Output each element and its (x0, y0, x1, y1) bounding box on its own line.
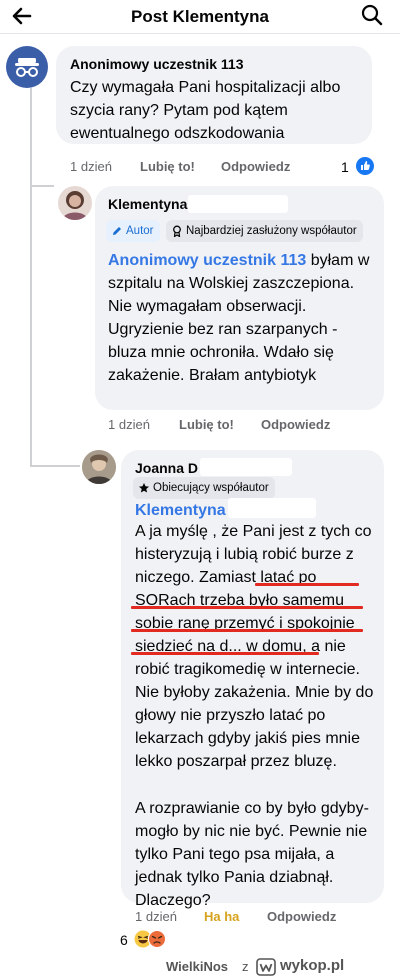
thread-connector (30, 465, 80, 467)
watermark-footer: WielkiNos z wykop.pl (0, 955, 400, 979)
reply-button[interactable]: Odpowiedz (221, 159, 290, 174)
thread-line (30, 88, 32, 465)
rising-contributor-badge: Obiecujący współautor (133, 477, 275, 499)
angry-icon (148, 930, 166, 948)
comment-time: 1 dzień (70, 159, 112, 174)
thread-connector (30, 185, 54, 187)
redaction (188, 195, 288, 213)
comment-actions: 1 dzień Ha ha Odpowiedz (0, 909, 400, 927)
like-button[interactable]: Lubię to! (140, 159, 195, 174)
page-title: Post Klementyna (131, 7, 269, 26)
red-underline (255, 583, 359, 586)
avatar[interactable] (82, 450, 116, 484)
pencil-icon (113, 227, 121, 235)
author-badge: Autor (106, 220, 160, 242)
watermark-separator: z (242, 959, 249, 974)
like-icon (356, 157, 374, 175)
reactions-count: 6 (120, 932, 128, 948)
top-bar: Post Klementyna (0, 0, 400, 34)
watermark-user: WielkiNos (166, 959, 229, 974)
reply-button[interactable]: Odpowiedz (261, 417, 330, 432)
top-contributor-badge: Najbardziej zasłużony współautor (166, 220, 363, 242)
red-underline (131, 652, 319, 655)
incognito-icon (15, 58, 39, 77)
comment-text: Anonimowy uczestnik 113 byłam w szpitalu… (108, 252, 370, 384)
watermark-brand: wykop.pl (280, 957, 345, 974)
redaction (228, 498, 316, 518)
redaction (200, 458, 292, 476)
haha-reaction-button[interactable]: Ha ha (204, 909, 239, 924)
search-icon[interactable] (360, 3, 384, 27)
award-icon (173, 225, 181, 237)
mention-link[interactable]: Klementyna (135, 502, 226, 519)
reactions-row: 6 (120, 930, 180, 950)
avatar[interactable] (6, 46, 48, 88)
reply-button[interactable]: Odpowiedz (267, 909, 336, 924)
comment-time: 1 dzień (108, 417, 150, 432)
like-button[interactable]: Lubię to! (179, 417, 234, 432)
comment-text: A ja myślę , że Pani jest z tych co hist… (135, 523, 374, 770)
comment-text-continued: A rozprawianie co by było gdyby- mogło b… (135, 800, 369, 909)
red-underline (131, 606, 363, 609)
mention-link[interactable]: Anonimowy uczestnik 113 (108, 252, 306, 269)
wykop-logo-icon (256, 958, 276, 976)
reactions-count: 1 (341, 159, 349, 175)
comment-author[interactable]: Klementyna (108, 196, 187, 212)
comment-text: Czy wymagała Pani hospitalizacji albo sz… (70, 79, 341, 142)
star-icon (139, 483, 149, 493)
comment-actions: 1 dzień Lubię to! Odpowiedz (0, 417, 400, 435)
comment-time: 1 dzień (135, 909, 177, 924)
avatar[interactable] (58, 186, 92, 220)
comment-actions: 1 dzień Lubię to! Odpowiedz 1 (0, 159, 400, 177)
comment-author[interactable]: Anonimowy uczestnik 113 (70, 56, 244, 72)
comment-author[interactable]: Joanna D (135, 460, 198, 476)
red-underline (131, 629, 363, 632)
